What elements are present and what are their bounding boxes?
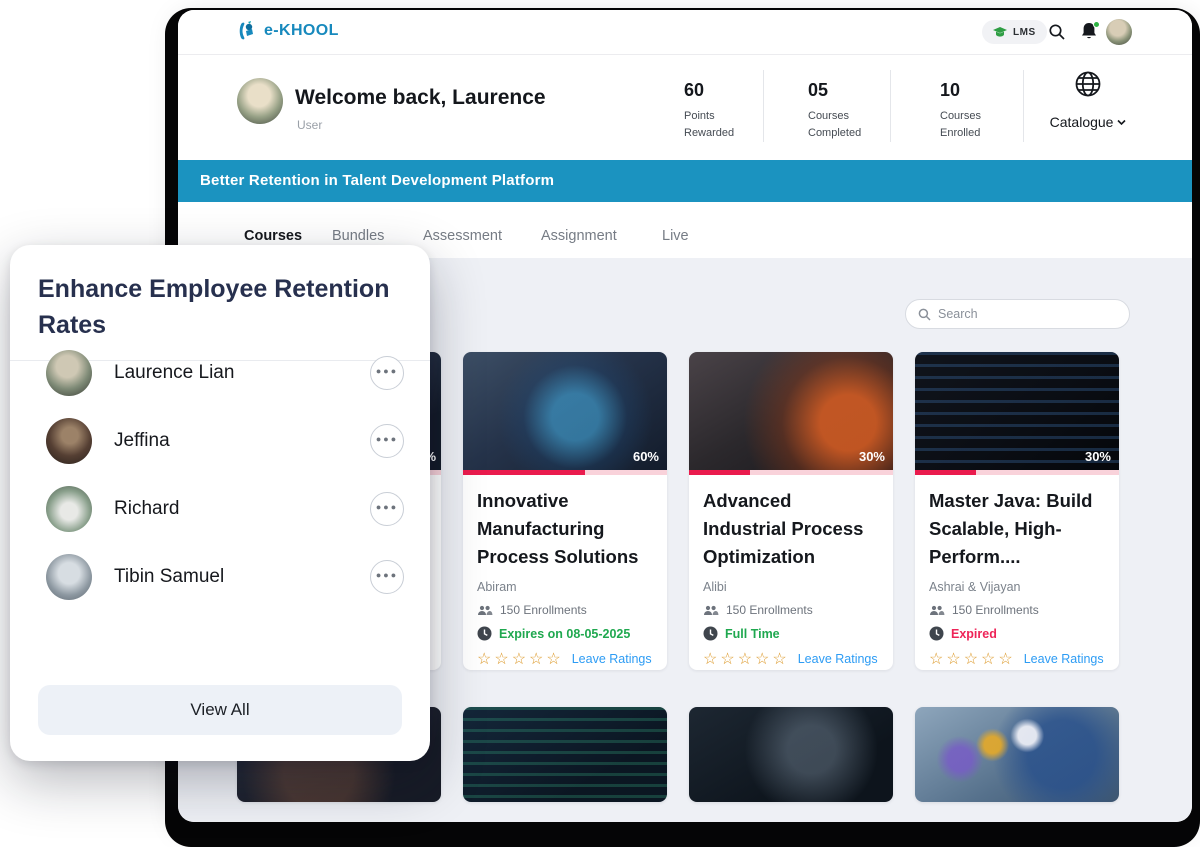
divider bbox=[763, 70, 764, 142]
ellipsis-menu-button[interactable]: ●●● bbox=[370, 560, 404, 594]
clock-icon bbox=[929, 626, 944, 641]
chevron-down-icon bbox=[1117, 119, 1126, 126]
people-group-icon bbox=[477, 605, 493, 616]
leave-ratings-link[interactable]: Leave Ratings bbox=[798, 652, 878, 666]
course-status: Expired bbox=[951, 627, 997, 641]
course-author: Alibi bbox=[703, 580, 879, 594]
tab-assessment[interactable]: Assessment bbox=[423, 228, 502, 244]
course-image: 30% bbox=[915, 352, 1119, 470]
ellipsis-menu-button[interactable]: ●●● bbox=[370, 492, 404, 526]
ellipsis-menu-button[interactable]: ●●● bbox=[370, 356, 404, 390]
course-card[interactable]: 60% Innovative Manufacturing Process Sol… bbox=[463, 352, 667, 670]
brand-name: e-KHOOL bbox=[264, 22, 339, 40]
stat-completed-value: 05 bbox=[808, 80, 828, 101]
tab-live[interactable]: Live bbox=[662, 228, 689, 244]
user-avatar bbox=[237, 78, 283, 124]
e-khool-logo-icon bbox=[236, 20, 258, 42]
notification-dot bbox=[1093, 21, 1100, 28]
course-image: 30% bbox=[689, 352, 893, 470]
course-author: Ashrai & Vijayan bbox=[929, 580, 1105, 594]
course-title: Innovative Manufacturing Process Solutio… bbox=[477, 487, 653, 570]
welcome-title: Welcome back, Laurence bbox=[295, 86, 546, 110]
leave-ratings-link[interactable]: Leave Ratings bbox=[572, 652, 652, 666]
screenshot-stage: e-KHOOL LMS bbox=[0, 0, 1200, 847]
stat-enrolled-value: 10 bbox=[940, 80, 960, 101]
enrollments-text: 150 Enrollments bbox=[952, 603, 1039, 617]
stat-completed-label: CoursesCompleted bbox=[808, 108, 861, 142]
tab-bundles[interactable]: Bundles bbox=[332, 228, 384, 244]
clock-icon bbox=[703, 626, 718, 641]
tab-courses[interactable]: Courses bbox=[244, 228, 302, 244]
stat-points-value: 60 bbox=[684, 80, 704, 101]
retention-popup: Enhance Employee Retention Rates Laurenc… bbox=[10, 245, 430, 761]
course-status: Expires on 08-05-2025 bbox=[499, 627, 630, 641]
list-item-richard[interactable]: Richard ●●● bbox=[10, 475, 430, 543]
graduation-cap-icon bbox=[993, 27, 1007, 38]
catalogue-label: Catalogue bbox=[1050, 114, 1114, 130]
star-rating[interactable]: ☆☆☆☆☆ bbox=[477, 649, 564, 669]
search-icon bbox=[918, 308, 931, 321]
course-card-image-code-screens[interactable] bbox=[463, 707, 667, 802]
list-item-laurence[interactable]: Laurence Lian ●●● bbox=[10, 339, 430, 407]
enrollments-text: 150 Enrollments bbox=[726, 603, 813, 617]
member-list: Laurence Lian ●●● Jeffina ●●● Richard ●●… bbox=[10, 339, 430, 611]
progress-percent: 60% bbox=[633, 449, 659, 464]
course-title: Master Java: Build Scalable, High-Perfor… bbox=[929, 487, 1105, 570]
progress-percent: 30% bbox=[859, 449, 885, 464]
course-card[interactable]: 30% Master Java: Build Scalable, High-Pe… bbox=[915, 352, 1119, 670]
member-avatar bbox=[46, 554, 92, 600]
list-item-jeffina[interactable]: Jeffina ●●● bbox=[10, 407, 430, 475]
divider bbox=[1023, 70, 1024, 142]
brand-logo[interactable]: e-KHOOL bbox=[236, 20, 339, 42]
search-icon[interactable] bbox=[1048, 23, 1066, 41]
ellipsis-menu-button[interactable]: ●●● bbox=[370, 424, 404, 458]
course-card[interactable]: 30% Advanced Industrial Process Optimiza… bbox=[689, 352, 893, 670]
member-name: Jeffina bbox=[114, 430, 370, 452]
people-group-icon bbox=[703, 605, 719, 616]
course-card-image-web-technologies[interactable] bbox=[915, 707, 1119, 802]
view-all-button[interactable]: View All bbox=[38, 685, 402, 735]
enrollments-text: 150 Enrollments bbox=[500, 603, 587, 617]
star-rating[interactable]: ☆☆☆☆☆ bbox=[929, 649, 1016, 669]
catalogue-button[interactable]: Catalogue bbox=[1040, 68, 1136, 148]
member-name: Tibin Samuel bbox=[114, 566, 370, 588]
star-rating[interactable]: ☆☆☆☆☆ bbox=[703, 649, 790, 669]
member-avatar bbox=[46, 418, 92, 464]
bell-icon[interactable] bbox=[1080, 22, 1100, 42]
lms-badge-label: LMS bbox=[1013, 27, 1036, 38]
course-status: Full Time bbox=[725, 627, 780, 641]
topbar-avatar[interactable] bbox=[1106, 19, 1132, 45]
course-card-image-developer[interactable] bbox=[689, 707, 893, 802]
member-avatar bbox=[46, 486, 92, 532]
globe-icon bbox=[1074, 70, 1102, 98]
clock-icon bbox=[477, 626, 492, 641]
course-image: 60% bbox=[463, 352, 667, 470]
course-search[interactable] bbox=[905, 299, 1130, 329]
stat-points-label: PointsRewarded bbox=[684, 108, 734, 142]
list-item-tibin[interactable]: Tibin Samuel ●●● bbox=[10, 543, 430, 611]
progress-percent: 30% bbox=[1085, 449, 1111, 464]
topbar: e-KHOOL LMS bbox=[178, 10, 1192, 55]
course-author: Abiram bbox=[477, 580, 653, 594]
promo-banner: Better Retention in Talent Development P… bbox=[178, 160, 1192, 202]
member-name: Laurence Lian bbox=[114, 362, 370, 384]
divider bbox=[890, 70, 891, 142]
leave-ratings-link[interactable]: Leave Ratings bbox=[1024, 652, 1104, 666]
member-name: Richard bbox=[114, 498, 370, 520]
course-title: Advanced Industrial Process Optimization bbox=[703, 487, 879, 570]
lms-badge[interactable]: LMS bbox=[982, 20, 1047, 44]
people-group-icon bbox=[929, 605, 945, 616]
member-avatar bbox=[46, 350, 92, 396]
tab-assignment[interactable]: Assignment bbox=[541, 228, 617, 244]
stat-enrolled-label: CoursesEnrolled bbox=[940, 108, 981, 142]
user-role-label: User bbox=[297, 118, 322, 132]
search-input[interactable] bbox=[938, 307, 1117, 321]
